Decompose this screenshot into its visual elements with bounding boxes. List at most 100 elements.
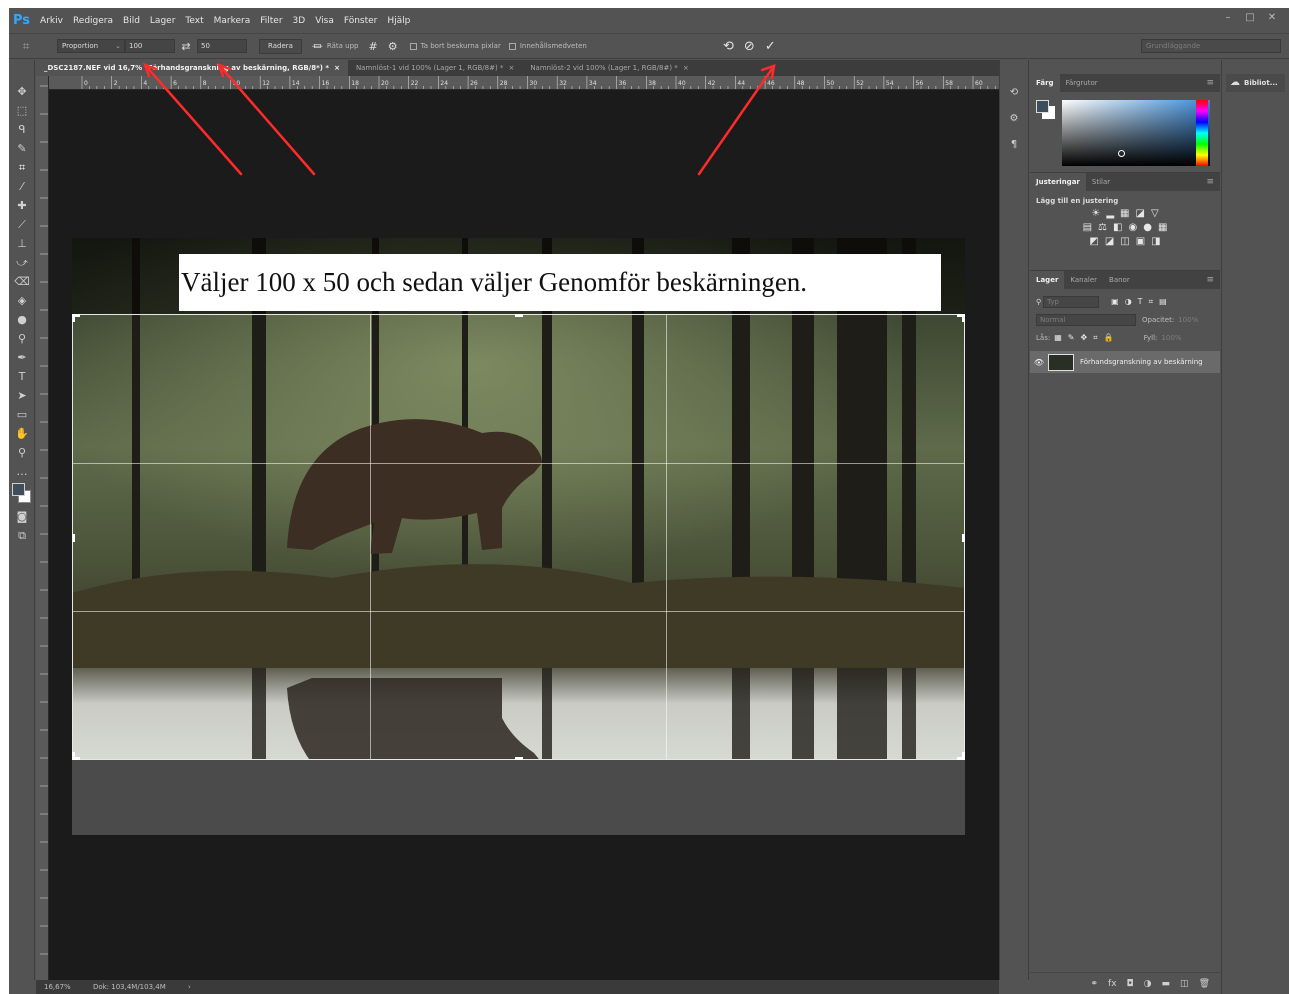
- levels-icon[interactable]: ▂: [1106, 208, 1114, 219]
- posterize-icon[interactable]: ◪: [1105, 236, 1114, 247]
- lasso-tool-icon[interactable]: ᑫ: [9, 120, 35, 139]
- tab-document-3[interactable]: Namnlöst-2 vid 100% (Lager 1, RGB/8#) * ×: [522, 60, 696, 76]
- paragraph-panel-icon[interactable]: ¶: [1000, 134, 1028, 156]
- clear-button[interactable]: Radera: [259, 38, 302, 54]
- menu-arkiv[interactable]: Arkiv: [40, 16, 63, 26]
- invert-icon[interactable]: ◩: [1089, 236, 1098, 247]
- color-picker-cursor[interactable]: [1118, 150, 1125, 157]
- layer-name[interactable]: Förhandsgranskning av beskärning: [1080, 358, 1203, 366]
- crop-handle-bottom-left[interactable]: [72, 752, 80, 760]
- menu-fonster[interactable]: Fönster: [344, 16, 378, 26]
- healing-tool-icon[interactable]: ✚: [9, 196, 35, 215]
- brush-tool-icon[interactable]: ⟋: [9, 215, 35, 234]
- crop-handle-bottom-right[interactable]: [957, 752, 965, 760]
- link-icon[interactable]: ⚭: [1091, 979, 1099, 989]
- eraser-tool-icon[interactable]: ⌫: [9, 272, 35, 291]
- threshold-icon[interactable]: ◫: [1120, 236, 1129, 247]
- layer-filter-select[interactable]: Typ: [1043, 296, 1100, 308]
- crop-height-input[interactable]: 50: [197, 39, 247, 53]
- opacity-value[interactable]: 100%: [1178, 316, 1198, 324]
- crop-tool-icon[interactable]: ⌗: [9, 39, 43, 54]
- crop-handle-left[interactable]: [72, 534, 80, 542]
- marquee-tool-icon[interactable]: ⬚: [9, 101, 35, 120]
- more-tools-icon[interactable]: …: [9, 462, 35, 481]
- panel-menu-icon[interactable]: ≡: [1206, 74, 1214, 92]
- type-tool-icon[interactable]: T: [9, 367, 35, 386]
- brightness-icon[interactable]: ☀: [1091, 208, 1100, 219]
- black-white-icon[interactable]: ◧: [1113, 222, 1122, 233]
- hue-saturation-icon[interactable]: ▤: [1083, 222, 1092, 233]
- trash-icon[interactable]: 🗑: [1199, 979, 1210, 989]
- hand-tool-icon[interactable]: ✋: [9, 424, 35, 443]
- menu-visa[interactable]: Visa: [315, 16, 334, 26]
- swap-icon[interactable]: ⇄: [175, 40, 197, 53]
- properties-panel-icon[interactable]: ⚙: [1000, 108, 1028, 130]
- quick-select-tool-icon[interactable]: ✎: [9, 139, 35, 158]
- curves-icon[interactable]: ▦: [1120, 208, 1129, 219]
- filter-icons[interactable]: ▣◑T⌗▤: [1111, 297, 1173, 307]
- gear-icon[interactable]: ⚙: [388, 40, 398, 53]
- channel-mixer-icon[interactable]: ●: [1143, 222, 1152, 233]
- history-panel-icon[interactable]: ⟲: [1000, 82, 1028, 104]
- tab-layers[interactable]: Lager: [1030, 271, 1065, 289]
- menu-hjalp[interactable]: Hjälp: [387, 16, 410, 26]
- tab-document-2[interactable]: Namnlöst-1 vid 100% (Lager 1, RGB/8#) * ×: [348, 60, 522, 76]
- folder-icon[interactable]: ▬: [1162, 979, 1171, 989]
- eye-icon[interactable]: 👁: [1030, 358, 1048, 367]
- maximize-button[interactable]: □: [1239, 10, 1261, 26]
- close-button[interactable]: ✕: [1261, 10, 1283, 26]
- color-swatches[interactable]: [9, 481, 35, 507]
- zoom-level[interactable]: 16,67%: [44, 983, 71, 991]
- photo-filter-icon[interactable]: ◉: [1128, 222, 1137, 233]
- quick-mask-icon[interactable]: ◙: [9, 507, 35, 526]
- blend-mode-select[interactable]: Normal: [1036, 314, 1136, 326]
- menu-redigera[interactable]: Redigera: [73, 16, 113, 26]
- foreground-color-swatch[interactable]: [1036, 100, 1049, 113]
- ratio-select[interactable]: Proportion ⌄: [57, 39, 125, 53]
- selective-color-icon[interactable]: ◨: [1151, 236, 1160, 247]
- paint-bucket-tool-icon[interactable]: ◈: [9, 291, 35, 310]
- workspace-select[interactable]: Grundläggande: [1141, 39, 1281, 53]
- tab-channels[interactable]: Kanaler: [1064, 271, 1103, 289]
- tab-color[interactable]: Färg: [1030, 74, 1060, 92]
- tab-adjustments[interactable]: Justeringar: [1030, 173, 1086, 191]
- vibrance-icon[interactable]: ▽: [1151, 208, 1159, 219]
- menu-3d[interactable]: 3D: [293, 16, 306, 26]
- stamp-tool-icon[interactable]: ⊥: [9, 234, 35, 253]
- dodge-tool-icon[interactable]: ⚲: [9, 329, 35, 348]
- layer-row[interactable]: 👁 Förhandsgranskning av beskärning: [1030, 351, 1220, 373]
- tab-swatches[interactable]: Färgrutor: [1060, 74, 1104, 92]
- commit-icon[interactable]: ✓: [765, 39, 776, 54]
- blur-tool-icon[interactable]: ●: [9, 310, 35, 329]
- crop-handle-top[interactable]: [515, 314, 523, 322]
- screen-mode-icon[interactable]: ⧉: [9, 526, 35, 545]
- cancel-icon[interactable]: ⊘: [744, 39, 755, 54]
- color-picker-field[interactable]: [1062, 100, 1210, 166]
- close-icon[interactable]: ×: [683, 64, 689, 72]
- move-tool-icon[interactable]: ✥: [9, 82, 35, 101]
- hue-slider[interactable]: [1196, 100, 1208, 166]
- crop-handle-right[interactable]: [957, 534, 965, 542]
- lock-icons[interactable]: ▦✎✥⌗🔒: [1054, 333, 1119, 343]
- reset-icon[interactable]: ⟲: [723, 39, 734, 54]
- menu-text[interactable]: Text: [185, 16, 203, 26]
- close-icon[interactable]: ×: [508, 64, 514, 72]
- color-lookup-icon[interactable]: ▦: [1158, 222, 1167, 233]
- rectangle-tool-icon[interactable]: ▭: [9, 405, 35, 424]
- new-layer-icon[interactable]: ◫: [1180, 979, 1189, 989]
- menu-markera[interactable]: Markera: [214, 16, 251, 26]
- crop-handle-top-left[interactable]: [72, 314, 80, 322]
- adjustment-layer-icon[interactable]: ◑: [1144, 979, 1152, 989]
- straighten-label[interactable]: Räta upp: [327, 42, 359, 50]
- crop-box[interactable]: [72, 314, 965, 760]
- tab-styles[interactable]: Stilar: [1086, 173, 1116, 191]
- menu-bild[interactable]: Bild: [123, 16, 140, 26]
- minimize-button[interactable]: –: [1217, 10, 1239, 26]
- delete-cropped-checkbox[interactable]: [409, 42, 417, 50]
- pen-tool-icon[interactable]: ✒: [9, 348, 35, 367]
- fill-value[interactable]: 100%: [1161, 334, 1181, 342]
- tab-paths[interactable]: Banor: [1103, 271, 1136, 289]
- foreground-color-swatch[interactable]: [12, 483, 25, 496]
- content-aware-checkbox[interactable]: [508, 42, 516, 50]
- panel-menu-icon[interactable]: ≡: [1206, 271, 1214, 289]
